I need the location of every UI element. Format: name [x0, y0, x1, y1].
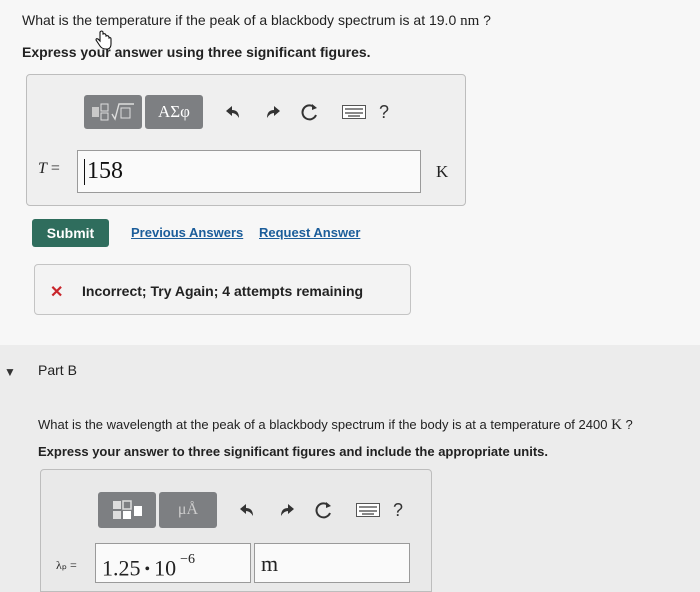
- temperature-unit: K: [436, 162, 449, 181]
- wavelength-label: λₚ =: [56, 558, 77, 572]
- redo-arrow-icon: [267, 106, 280, 118]
- undo-button[interactable]: [219, 95, 249, 129]
- templates-icon: [92, 103, 134, 121]
- reset-button[interactable]: [309, 493, 339, 527]
- temperature-label: T =: [38, 160, 60, 177]
- temperature-input[interactable]: 158: [77, 150, 421, 193]
- undo-button[interactable]: [233, 493, 263, 527]
- part-a-question: What is the temperature if the peak of a…: [22, 12, 491, 29]
- templates-icon: [113, 500, 142, 519]
- undo-arrow-icon: [240, 504, 253, 516]
- redo-arrow-icon: [281, 504, 294, 516]
- templates-button[interactable]: [84, 95, 142, 129]
- help-button[interactable]: ?: [393, 500, 403, 521]
- keyboard-icon: [342, 105, 366, 119]
- redo-button[interactable]: [257, 95, 287, 129]
- units-button[interactable]: μÅ: [159, 492, 217, 528]
- part-b-question: What is the wavelength at the peak of a …: [38, 417, 633, 433]
- wavelength-value-input[interactable]: 1.25 • 10 −6: [95, 543, 251, 583]
- templates-button[interactable]: [98, 492, 156, 528]
- part-a-instruction: Express your answer using three signific…: [22, 44, 371, 60]
- hand-cursor-icon: [95, 30, 112, 50]
- part-b-toolbar: μÅ ?: [98, 491, 403, 529]
- wavelength-unit-input[interactable]: m: [254, 543, 410, 583]
- keyboard-button[interactable]: [339, 95, 369, 129]
- keyboard-icon: [356, 503, 380, 517]
- reset-icon: [301, 104, 317, 121]
- collapse-arrow-icon[interactable]: ▼: [4, 365, 16, 379]
- part-a-toolbar: ΑΣφ ?: [84, 94, 389, 130]
- submit-button[interactable]: Submit: [32, 219, 109, 247]
- greek-symbols-button[interactable]: ΑΣφ: [145, 95, 203, 129]
- request-answer-link[interactable]: Request Answer: [259, 225, 360, 240]
- help-button[interactable]: ?: [379, 102, 389, 123]
- reset-button[interactable]: [295, 95, 325, 129]
- keyboard-button[interactable]: [353, 493, 383, 527]
- part-b-label[interactable]: Part B: [38, 362, 77, 378]
- reset-icon: [315, 502, 331, 519]
- part-b-instruction: Express your answer to three significant…: [38, 444, 548, 459]
- undo-arrow-icon: [226, 106, 239, 118]
- redo-button[interactable]: [271, 493, 301, 527]
- previous-answers-link[interactable]: Previous Answers: [131, 225, 243, 240]
- x-icon: ✕: [50, 284, 64, 301]
- feedback-text: Incorrect; Try Again; 4 attempts remaini…: [82, 283, 364, 299]
